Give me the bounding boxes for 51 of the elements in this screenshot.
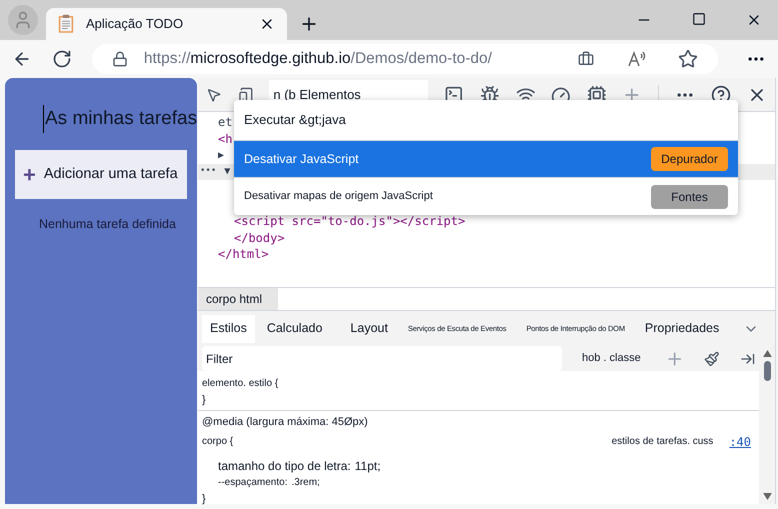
styles-tab[interactable]: Layout <box>334 314 396 342</box>
briefcase-icon[interactable] <box>578 51 594 67</box>
clipboard-icon <box>58 14 74 34</box>
property-name: tamanho do tipo de letra: <box>218 458 351 474</box>
action-button[interactable]: Fontes <box>651 184 728 208</box>
scroll-thumb[interactable] <box>764 361 770 381</box>
ellipsis-marker[interactable]: ••• <box>200 165 216 178</box>
device-icon[interactable] <box>238 86 254 102</box>
lock-icon <box>112 51 128 67</box>
maximize-icon[interactable] <box>692 12 706 26</box>
dom-line: <h <box>218 130 232 148</box>
brush-icon[interactable] <box>704 350 720 366</box>
inspect-icon[interactable] <box>206 86 222 102</box>
breadcrumb-item[interactable]: corpo html <box>198 288 278 310</box>
scroll-up-icon[interactable] <box>762 350 772 357</box>
action-button[interactable]: Depurador <box>651 147 728 171</box>
property-value: 11pt; <box>354 458 381 474</box>
dom-line: <script src="to-do.js"></script> <box>234 213 466 230</box>
media-query: @media (largura máxima: 45Øpx) <box>202 415 369 430</box>
filter-field[interactable]: Filter <box>202 346 562 371</box>
rule-selector: elemento. estilo { <box>202 377 278 391</box>
expand-arrow[interactable]: ▶ <box>218 148 224 163</box>
read-aloud-icon[interactable] <box>626 49 646 69</box>
menu-item[interactable]: Desativar JavaScript Depurador <box>234 141 738 178</box>
plus-symbol: + <box>23 164 36 186</box>
source-link[interactable]: :40 <box>729 432 751 450</box>
dom-line: et <box>218 114 232 132</box>
app-title: As minhas tarefas <box>43 104 198 134</box>
tab-title: Aplicação TODO <box>86 15 184 34</box>
styles-tab[interactable]: Estilos <box>202 314 255 342</box>
scroll-down-icon[interactable] <box>762 493 772 500</box>
source-file: estilos de tarefas. cuss <box>612 435 714 449</box>
add-task-button[interactable]: + Adicionar uma tarefa <box>15 150 187 199</box>
property-value: .3rem; <box>291 476 320 490</box>
favorite-icon[interactable] <box>678 49 698 69</box>
browser-tab[interactable]: Aplicação TODO <box>46 8 287 40</box>
styles-tab[interactable]: Propriedades <box>636 314 728 342</box>
url-text: https://microsoftedge.github.io/Demos/demo-to-do/ <box>144 49 493 70</box>
dom-line: </body> <box>234 230 285 247</box>
property-name: --espaçamento: <box>218 476 288 490</box>
closing-brace: } <box>202 492 207 506</box>
refresh-icon[interactable] <box>52 49 72 69</box>
rule-selector: corpo { <box>202 435 234 449</box>
menu-item[interactable]: Desativar mapas de origem JavaScript Fontes <box>234 178 738 215</box>
empty-message: Nenhuma tarefa definida <box>39 216 177 233</box>
styles-tab[interactable]: Calculado <box>258 314 330 342</box>
hover-class-toggle[interactable]: hob . classe <box>582 350 641 367</box>
closing-brace: } <box>202 393 207 407</box>
address-bar[interactable]: https://microsoftedge.github.io/Demos/demo-to-do/ <box>92 44 718 74</box>
expand-arrow[interactable]: ▼ <box>224 164 230 180</box>
dom-line: </html> <box>218 246 269 264</box>
